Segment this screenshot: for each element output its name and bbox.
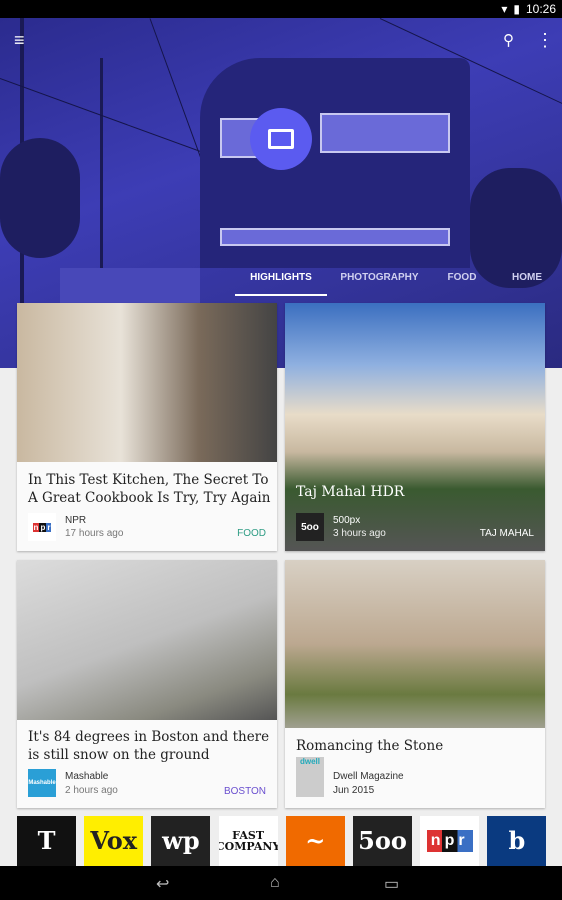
publication-logo: FAST COMPANY xyxy=(218,829,278,853)
navigation-bar: ↩ ⌂ ▭ xyxy=(0,866,562,900)
article-image xyxy=(17,303,277,462)
publication-tile[interactable]: b xyxy=(487,816,547,866)
battery-icon: ▮ xyxy=(513,2,520,16)
article-card[interactable]: Romancing the Stone dwell Dwell Magazine… xyxy=(285,560,545,808)
npr-logo: npr xyxy=(28,513,56,541)
source-name: Mashable xyxy=(65,771,109,782)
publication-logo: b xyxy=(508,826,526,855)
article-card[interactable]: It's 84 degrees in Boston and there is s… xyxy=(17,560,277,808)
photo-card[interactable]: Taj Mahal HDR 5oo 500px 3 hours ago TAJ … xyxy=(285,303,545,551)
publication-tile[interactable]: FAST COMPANY xyxy=(218,816,278,866)
recents-icon[interactable]: ▭ xyxy=(384,874,399,894)
article-image xyxy=(285,560,545,728)
dwell-logo: dwell xyxy=(296,757,324,797)
publication-tile[interactable]: T xyxy=(17,816,76,866)
timestamp: 3 hours ago xyxy=(333,528,386,539)
publication-tile[interactable]: wp xyxy=(151,816,211,866)
topic-tag[interactable]: FOOD xyxy=(237,528,266,539)
tab-bar: HIGHLIGHTS PHOTOGRAPHY FOOD HOME xyxy=(235,272,562,296)
publication-logo: npr xyxy=(426,830,473,852)
topic-tag[interactable]: BOSTON xyxy=(224,786,266,797)
timestamp: 2 hours ago xyxy=(65,785,118,796)
publication-logo: T xyxy=(37,826,56,855)
article-image xyxy=(17,560,277,720)
publication-tile[interactable]: ~ xyxy=(285,816,345,866)
timestamp: Jun 2015 xyxy=(333,785,375,796)
tab-food[interactable]: FOOD xyxy=(432,272,492,296)
clock: 10:26 xyxy=(525,2,556,16)
tab-home[interactable]: HOME xyxy=(492,272,562,296)
tab-photography[interactable]: PHOTOGRAPHY xyxy=(327,272,432,296)
more-vert-icon[interactable]: ⋮ xyxy=(536,30,554,51)
article-title: It's 84 degrees in Boston and there is s… xyxy=(28,729,270,763)
publication-logo: ~ xyxy=(305,826,326,855)
home-icon[interactable]: ⌂ xyxy=(270,874,280,892)
publication-tile[interactable]: Vox xyxy=(84,816,144,866)
search-icon[interactable]: ⚲ xyxy=(503,31,514,49)
publication-logo: 5oo xyxy=(358,826,407,855)
topic-tag[interactable]: TAJ MAHAL xyxy=(480,528,534,539)
article-title: In This Test Kitchen, The Secret To A Gr… xyxy=(28,472,271,506)
publication-tile[interactable]: npr xyxy=(420,816,480,866)
publication-tile[interactable]: 5oo xyxy=(353,816,412,866)
source-name: Dwell Magazine xyxy=(333,771,404,782)
publication-logo: wp xyxy=(162,826,200,855)
article-title: Taj Mahal HDR xyxy=(296,484,405,500)
mashable-logo: Mashable xyxy=(28,769,56,797)
news-card-icon xyxy=(250,108,312,170)
article-card[interactable]: In This Test Kitchen, The Secret To A Gr… xyxy=(17,303,277,551)
wifi-icon: ▾ xyxy=(501,2,508,16)
back-icon[interactable]: ↩ xyxy=(156,874,169,894)
source-name: NPR xyxy=(65,515,87,526)
status-bar: ▾ ▮ 10:26 xyxy=(0,0,562,18)
source-name: 500px xyxy=(333,515,361,526)
article-title: Romancing the Stone xyxy=(296,738,444,754)
500px-logo: 5oo xyxy=(296,513,324,541)
timestamp: 17 hours ago xyxy=(65,528,124,539)
menu-icon[interactable]: ≡ xyxy=(14,30,25,51)
tab-highlights[interactable]: HIGHLIGHTS xyxy=(235,272,327,296)
publication-logo: Vox xyxy=(90,826,138,855)
